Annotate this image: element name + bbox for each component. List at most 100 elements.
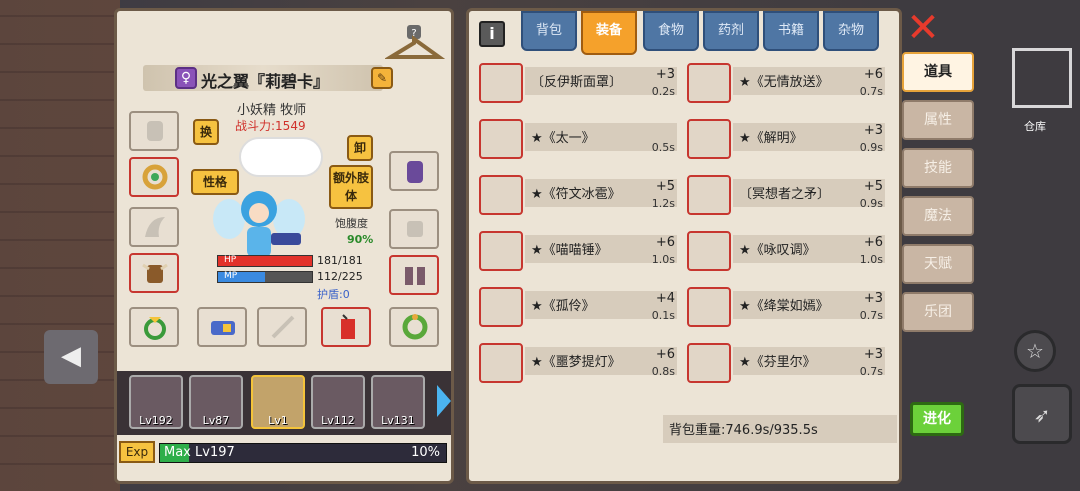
item-enhance: +5 (655, 179, 675, 194)
tab-equipment[interactable]: 装备 (581, 11, 637, 55)
edit-name-button[interactable]: ✎ (371, 67, 393, 89)
warehouse-map-icon[interactable] (1012, 48, 1072, 108)
side-tab-talent[interactable]: 天赋 (902, 244, 974, 284)
equipment-item[interactable]: ★《符文冰雹》 +5 1.2s (479, 175, 679, 215)
item-enhance: +3 (863, 123, 883, 138)
ring-icon (479, 287, 523, 327)
item-weight: 1.2s (651, 197, 675, 210)
equipment-item[interactable]: 〔冥想者之矛〕 +5 0.9s (687, 175, 887, 215)
equipment-item[interactable]: ★《解明》 +3 0.9s (687, 119, 887, 159)
equipment-item[interactable]: 〔反伊斯面罩〕 +3 0.2s (479, 63, 679, 103)
hp-value: 181/181 (317, 254, 363, 267)
tab-misc[interactable]: 杂物 (823, 11, 879, 51)
mp-label: MP (224, 271, 238, 281)
party-member-level: Lv112 (321, 414, 355, 427)
exp-tag: Exp (119, 441, 155, 463)
star-button[interactable]: ☆ (1014, 330, 1056, 372)
shield-value: 护盾:0 (317, 288, 350, 301)
party-member[interactable]: Lv192 (129, 375, 183, 429)
equipment-item[interactable]: ★《无情放送》 +6 0.7s (687, 63, 887, 103)
axe-icon (687, 231, 731, 271)
tab-food[interactable]: 食物 (643, 11, 699, 51)
item-weight: 0.5s (651, 141, 675, 154)
horned-backpack-icon (142, 263, 168, 283)
item-weight: 0.2s (651, 85, 675, 98)
exp-row: Exp Max Lv197 10% (119, 441, 449, 467)
move-left-button[interactable]: ◀ (44, 330, 98, 384)
talisman-slot[interactable] (321, 307, 371, 347)
character-name: 光之翼『莉碧卡』 (201, 72, 330, 91)
firecracker-icon (341, 314, 355, 339)
serpent-amulet-icon (142, 164, 168, 190)
gadget-slot[interactable] (197, 307, 247, 347)
item-enhance: +5 (863, 179, 883, 194)
party-member-level: Lv131 (381, 414, 415, 427)
boots-icon (405, 267, 425, 285)
item-weight: 1.0s (651, 253, 675, 266)
item-weight: 0.9s (859, 197, 883, 210)
item-enhance: +6 (863, 235, 883, 250)
wing-slot[interactable] (129, 207, 179, 247)
character-class: 小妖精 牧师 (237, 103, 307, 118)
party-member[interactable]: Lv87 (189, 375, 243, 429)
spear-icon (687, 175, 731, 215)
glove-slot[interactable] (389, 151, 439, 191)
tab-books[interactable]: 书籍 (763, 11, 819, 51)
tab-potion[interactable]: 药剂 (703, 11, 759, 51)
purple-cape-icon (687, 119, 731, 159)
winged-ring-icon (144, 317, 166, 340)
crab-mask-icon (479, 63, 523, 103)
boots-slot[interactable] (389, 255, 439, 295)
side-tab-band[interactable]: 乐团 (902, 292, 974, 332)
hp-label: HP (224, 255, 237, 265)
combat-power: 战斗力:1549 (235, 119, 306, 133)
evolve-button[interactable]: 进化 (910, 402, 964, 436)
satiety-value: 90% (347, 233, 374, 246)
equipment-item[interactable]: ★《噩梦提灯》 +6 0.8s (479, 343, 679, 383)
side-tab-attributes[interactable]: 属性 (902, 100, 974, 140)
extra-limbs-button[interactable]: 额外肢体 (329, 165, 373, 209)
info-icon[interactable]: i (479, 21, 505, 47)
item-weight: 0.7s (859, 365, 883, 378)
wardrobe-hanger-icon[interactable]: ? (385, 23, 445, 63)
mp-value: 112/225 (317, 270, 363, 283)
party-member-selected[interactable]: Lv1 (251, 375, 305, 429)
wing-icon (145, 217, 165, 237)
armor-slot[interactable] (389, 209, 439, 249)
party-bar: Lv192 Lv87 Lv1 Lv112 Lv131 (117, 371, 451, 435)
floor-tiles (0, 0, 120, 491)
backpack-slot[interactable] (129, 253, 179, 293)
party-member[interactable]: Lv131 (371, 375, 425, 429)
equipment-item[interactable]: ★《喵喵锤》 +6 1.0s (479, 231, 679, 271)
party-next-arrow-icon[interactable] (437, 385, 451, 417)
equipment-item[interactable]: ★《咏叹调》 +6 1.0s (687, 231, 887, 271)
close-icon[interactable]: ✕ (904, 8, 942, 48)
hammer-icon (479, 231, 523, 271)
ice-sword-icon (479, 175, 523, 215)
bag-weight: 背包重量:746.9s/935.5s (663, 415, 897, 443)
item-weight: 0.1s (651, 309, 675, 322)
item-enhance: +3 (863, 347, 883, 362)
equipment-item[interactable]: ★《绛棠如嫣》 +3 0.7s (687, 287, 887, 327)
party-member-level: Lv87 (202, 414, 230, 427)
side-tab-magic[interactable]: 魔法 (902, 196, 974, 236)
item-enhance: +6 (655, 347, 675, 362)
satiety-label: 饱腹度 (335, 217, 368, 230)
side-tab-skills[interactable]: 技能 (902, 148, 974, 188)
equipment-item[interactable]: ★《孤伶》 +4 0.1s (479, 287, 679, 327)
equipment-item[interactable]: ★《芬里尔》 +3 0.7s (687, 343, 887, 383)
party-member[interactable]: Lv112 (311, 375, 365, 429)
sword-icon (271, 315, 295, 339)
tab-backpack[interactable]: 背包 (521, 11, 577, 51)
equipment-item[interactable]: ★《太一》 0.5s (479, 119, 679, 159)
ring-slot-left[interactable] (129, 307, 179, 347)
weapon-slot[interactable] (257, 307, 307, 347)
ring-slot-right[interactable] (389, 307, 439, 347)
unequip-button[interactable]: 卸 (347, 135, 373, 161)
bow-icon[interactable]: ➶ (1012, 384, 1072, 444)
pumpkin-lantern-icon (479, 343, 523, 383)
amulet-slot[interactable] (129, 157, 179, 197)
helmet-slot[interactable] (129, 111, 179, 151)
side-tab-items[interactable]: 道具 (902, 52, 974, 92)
swap-button[interactable]: 换 (193, 119, 219, 145)
